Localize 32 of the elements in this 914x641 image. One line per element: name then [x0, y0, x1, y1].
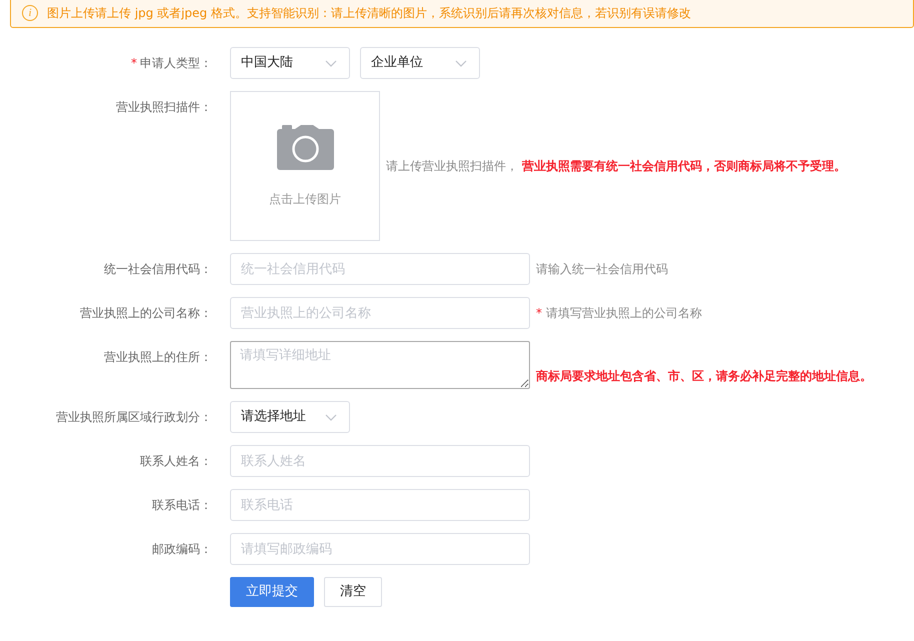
camera-icon: [276, 124, 334, 170]
required-mark: *: [536, 305, 542, 322]
submit-button[interactable]: 立即提交: [230, 577, 314, 607]
chevron-down-icon: [325, 60, 337, 66]
text-field[interactable]: 联系电话: [230, 489, 530, 521]
field-label: 营业执照扫描件：: [116, 99, 212, 116]
clear-button[interactable]: 清空: [324, 577, 382, 607]
field-label: 营业执照所属区域行政划分：: [56, 409, 212, 426]
field-label: 营业执照上的公司名称：: [80, 305, 212, 322]
chevron-down-icon: [455, 60, 467, 66]
field-label: 邮政编码：: [152, 541, 212, 558]
field-label: 联系电话：: [152, 497, 212, 514]
text-field[interactable]: 请填写邮政编码: [230, 533, 530, 565]
hint-text: 请填写营业执照上的公司名称: [546, 305, 702, 322]
hint-text: 请上传营业执照扫描件， 营业执照需要有统一社会信用代码，否则商标局将不予受理。: [386, 158, 846, 175]
text-field[interactable]: 联系人姓名: [230, 445, 530, 477]
info-icon: i: [22, 5, 38, 21]
hint-text: 请输入统一社会信用代码: [536, 261, 668, 278]
select-field[interactable]: 中国大陆: [230, 47, 350, 79]
field-label: 统一社会信用代码：: [104, 261, 212, 278]
hint-text: 商标局要求地址包含省、市、区，请务必补足完整的地址信息。: [536, 368, 872, 385]
select-field[interactable]: 企业单位: [360, 47, 480, 79]
field-label: 营业执照上的住所：: [104, 349, 212, 366]
address-textarea[interactable]: 请填写详细地址: [230, 341, 530, 389]
select-field[interactable]: 请选择地址: [230, 401, 350, 433]
text-field[interactable]: 统一社会信用代码: [230, 253, 530, 285]
text-field[interactable]: 营业执照上的公司名称: [230, 297, 530, 329]
field-label: 联系人姓名：: [140, 453, 212, 470]
field-label: 申请人类型：: [140, 55, 212, 72]
chevron-down-icon: [325, 414, 337, 420]
notice-text: 图片上传请上传 jpg 或者jpeg 格式。支持智能识别：请上传清晰的图片，系统识别后请再次核对信息，若识别有误请修改: [47, 5, 691, 22]
required-mark: *: [131, 55, 137, 72]
